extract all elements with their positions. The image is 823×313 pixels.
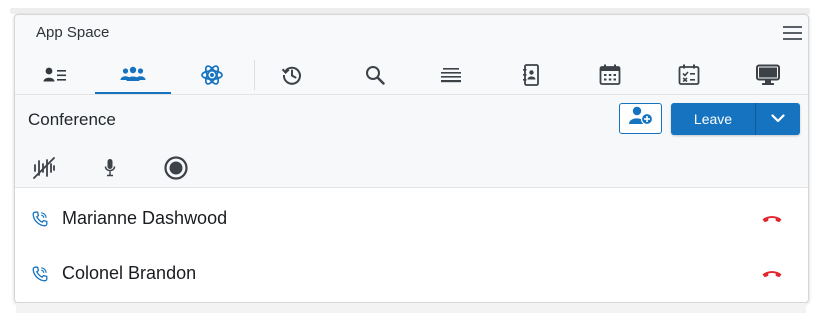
participant-row[interactable]: Colonel Brandon <box>15 245 808 299</box>
participant-name: Marianne Dashwood <box>62 208 228 228</box>
tab-search[interactable] <box>345 56 405 94</box>
tab-screen[interactable] <box>738 56 798 94</box>
tab-queue[interactable] <box>421 56 481 94</box>
conference-title: Conference <box>28 110 116 129</box>
add-participant-button[interactable] <box>619 103 662 134</box>
conference-section: Conference Leave <box>15 94 808 187</box>
leave-button-group: Leave <box>671 103 800 135</box>
tab-ai[interactable] <box>182 56 242 94</box>
audio-waveform-muted-icon <box>32 156 56 184</box>
microphone-button[interactable] <box>95 155 125 185</box>
tab-address-book[interactable] <box>501 56 561 94</box>
calendar-icon <box>599 64 621 86</box>
phone-icon <box>32 266 48 282</box>
leave-dropdown-button[interactable] <box>756 103 800 135</box>
monitor-icon <box>756 64 780 86</box>
stack-icon <box>440 66 462 84</box>
participant-list: Marianne Dashwood Colonel Brandon <box>15 187 808 302</box>
tab-contacts[interactable] <box>25 56 85 94</box>
add-person-icon <box>628 106 654 131</box>
tab-calendar[interactable] <box>580 56 640 94</box>
tab-conference[interactable] <box>95 56 171 94</box>
leave-button[interactable]: Leave <box>671 103 755 135</box>
participant-name: Colonel Brandon <box>62 263 197 283</box>
conference-controls <box>15 151 808 187</box>
tab-tasks[interactable] <box>659 56 719 94</box>
microphone-icon <box>103 157 117 184</box>
record-icon <box>163 155 189 186</box>
history-icon <box>281 64 303 86</box>
phone-icon <box>32 211 48 227</box>
tab-history[interactable] <box>262 56 322 94</box>
atom-icon <box>200 63 224 87</box>
app-space-panel: App Space Conference Leave Marianne Dash… <box>14 14 809 303</box>
contact-card-icon <box>43 65 67 85</box>
tab-bar <box>15 56 808 94</box>
participant-row[interactable]: Marianne Dashwood <box>15 190 808 244</box>
chevron-down-icon <box>771 110 785 128</box>
record-button[interactable] <box>161 155 191 185</box>
search-icon <box>365 65 385 85</box>
hang-up-icon[interactable] <box>761 267 783 279</box>
address-book-icon <box>522 64 540 86</box>
group-icon <box>120 66 146 84</box>
tab-divider <box>254 60 255 90</box>
audio-toggle-button[interactable] <box>29 155 59 185</box>
app-title: App Space <box>36 24 110 41</box>
hang-up-icon[interactable] <box>761 212 783 224</box>
background-strip-bottom <box>16 303 806 313</box>
panel-header: App Space <box>15 15 808 51</box>
checklist-icon <box>678 64 700 86</box>
hamburger-menu-icon[interactable] <box>783 25 803 41</box>
